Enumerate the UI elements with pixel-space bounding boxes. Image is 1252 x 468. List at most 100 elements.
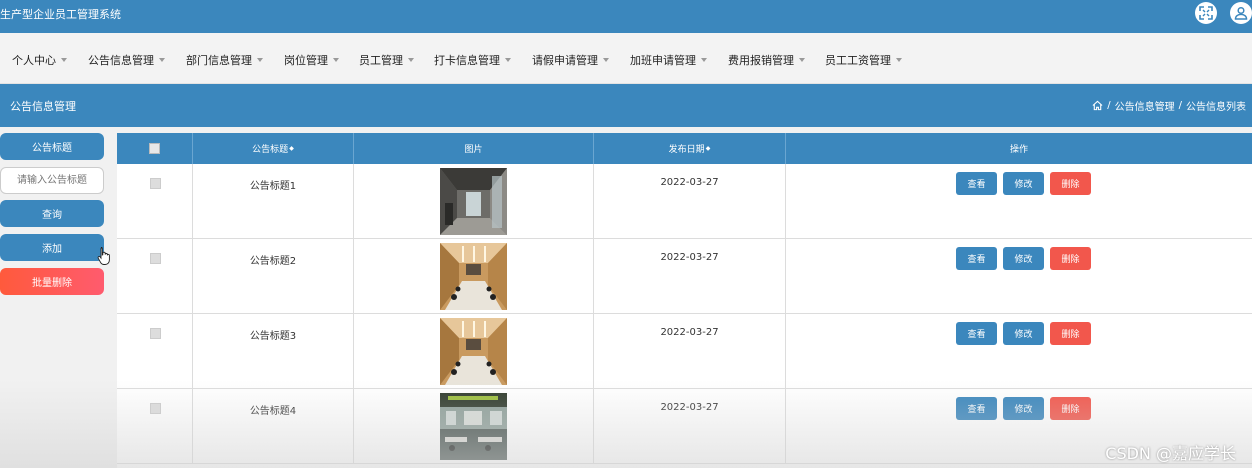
breadcrumb-level2: 公告信息列表 xyxy=(1186,102,1246,113)
chevron-down-icon xyxy=(603,58,609,62)
notice-table: 公告标题 ◆ 图片 发布日期 ◆ 操作 公告标题1 2022-03-27 查看 修改… xyxy=(117,133,1252,468)
nav-item-department[interactable]: 部门信息管理 xyxy=(186,52,263,68)
notice-title: 公告标题2 xyxy=(249,256,297,267)
actions-cell: 查看 修改 删除 xyxy=(786,314,1252,389)
chevron-down-icon xyxy=(701,58,707,62)
title-cell: 公告标题4 xyxy=(193,389,354,464)
chevron-down-icon xyxy=(257,58,263,62)
date-cell: 2022-03-27 xyxy=(594,389,786,464)
notice-title: 公告标题4 xyxy=(249,406,297,417)
add-button[interactable]: 添加 xyxy=(0,234,104,261)
title-cell: 公告标题3 xyxy=(193,314,354,389)
nav-label: 部门信息管理 xyxy=(186,54,252,67)
table-row: 公告标题2 2022-03-27 查看 修改 删除 xyxy=(117,239,1252,314)
chevron-down-icon xyxy=(408,58,414,62)
nav-label: 打卡信息管理 xyxy=(434,54,500,67)
search-button[interactable]: 查询 xyxy=(0,200,104,227)
notice-image xyxy=(440,318,507,385)
col-header-date[interactable]: 发布日期 ◆ xyxy=(594,133,786,164)
delete-button[interactable]: 删除 xyxy=(1050,322,1091,345)
nav-label: 员工工资管理 xyxy=(825,54,891,67)
col-header-label: 公告标题 xyxy=(252,145,289,155)
breadcrumb-level1[interactable]: 公告信息管理 xyxy=(1115,98,1175,113)
notice-image xyxy=(440,393,507,460)
title-cell: 公告标题1 xyxy=(193,164,354,239)
search-input[interactable] xyxy=(0,167,104,194)
notice-image xyxy=(440,168,507,235)
table-row: 公告标题4 2022-03-27 查看 修改 删除 xyxy=(117,389,1252,464)
date-cell: 2022-03-27 xyxy=(594,314,786,389)
image-cell xyxy=(354,164,594,239)
nav-label: 加班申请管理 xyxy=(630,54,696,67)
user-icon[interactable] xyxy=(1230,2,1252,24)
row-checkbox[interactable] xyxy=(150,178,161,189)
nav-item-employee[interactable]: 员工管理 xyxy=(359,52,414,68)
image-cell xyxy=(354,239,594,314)
publish-date: 2022-03-27 xyxy=(660,252,719,263)
nav-item-personal-center[interactable]: 个人中心 xyxy=(12,52,67,68)
image-cell xyxy=(354,314,594,389)
col-header-actions: 操作 xyxy=(786,133,1252,164)
col-header-label: 操作 xyxy=(1009,145,1028,155)
main-nav: 个人中心 公告信息管理 部门信息管理 岗位管理 员工管理 打卡信息管理 请假申请… xyxy=(0,33,1252,84)
row-checkbox-cell xyxy=(117,314,193,389)
watermark: CSDN @嘉应学长 xyxy=(1105,444,1236,463)
publish-date: 2022-03-27 xyxy=(660,327,719,338)
notice-title: 公告标题3 xyxy=(249,331,297,342)
table-row: 公告标题3 2022-03-27 查看 修改 删除 xyxy=(117,314,1252,389)
actions-cell: 查看 修改 删除 xyxy=(786,239,1252,314)
delete-button[interactable]: 删除 xyxy=(1050,397,1091,420)
row-checkbox-cell xyxy=(117,164,193,239)
nav-item-position[interactable]: 岗位管理 xyxy=(284,52,339,68)
row-checkbox[interactable] xyxy=(150,328,161,339)
edit-button[interactable]: 修改 xyxy=(1003,397,1044,420)
view-button[interactable]: 查看 xyxy=(956,322,997,345)
nav-label: 费用报销管理 xyxy=(728,54,794,67)
field-label-notice-title: 公告标题 xyxy=(0,133,104,160)
notice-title: 公告标题1 xyxy=(249,181,297,192)
home-icon[interactable] xyxy=(1092,100,1103,111)
nav-item-expense[interactable]: 费用报销管理 xyxy=(728,52,805,68)
publish-date: 2022-03-27 xyxy=(660,402,719,413)
actions-cell: 查看 修改 删除 xyxy=(786,164,1252,239)
table-row: 公告标题1 2022-03-27 查看 修改 删除 xyxy=(117,164,1252,239)
table-header: 公告标题 ◆ 图片 发布日期 ◆ 操作 xyxy=(117,133,1252,164)
chevron-down-icon xyxy=(333,58,339,62)
row-checkbox-cell xyxy=(117,239,193,314)
chevron-down-icon xyxy=(61,58,67,62)
nav-item-salary[interactable]: 员工工资管理 xyxy=(825,52,902,68)
section-bar: 公告信息管理 / 公告信息管理 / 公告信息列表 xyxy=(0,84,1252,127)
page-title: 公告信息管理 xyxy=(10,100,76,113)
batch-delete-button[interactable]: 批量删除 xyxy=(0,268,104,295)
col-header-title[interactable]: 公告标题 ◆ xyxy=(193,133,354,164)
col-header-label: 发布日期 xyxy=(668,145,705,155)
nav-label: 公告信息管理 xyxy=(88,54,154,67)
publish-date: 2022-03-27 xyxy=(660,177,719,188)
chevron-down-icon xyxy=(159,58,165,62)
date-cell: 2022-03-27 xyxy=(594,239,786,314)
hand-cursor-icon xyxy=(97,247,110,265)
view-button[interactable]: 查看 xyxy=(956,172,997,195)
row-checkbox[interactable] xyxy=(150,403,161,414)
delete-button[interactable]: 删除 xyxy=(1050,172,1091,195)
notice-image xyxy=(440,243,507,310)
col-header-image: 图片 xyxy=(354,133,594,164)
select-all-checkbox[interactable] xyxy=(149,143,160,154)
view-button[interactable]: 查看 xyxy=(956,397,997,420)
nav-item-overtime[interactable]: 加班申请管理 xyxy=(630,52,707,68)
top-header: 生产型企业员工管理系统 xyxy=(0,0,1252,33)
view-button[interactable]: 查看 xyxy=(956,247,997,270)
nav-item-notice[interactable]: 公告信息管理 xyxy=(88,52,165,68)
edit-button[interactable]: 修改 xyxy=(1003,247,1044,270)
image-cell xyxy=(354,389,594,464)
edit-button[interactable]: 修改 xyxy=(1003,172,1044,195)
nav-item-clock-in[interactable]: 打卡信息管理 xyxy=(434,52,511,68)
title-cell: 公告标题2 xyxy=(193,239,354,314)
edit-button[interactable]: 修改 xyxy=(1003,322,1044,345)
nav-item-leave[interactable]: 请假申请管理 xyxy=(532,52,609,68)
delete-button[interactable]: 删除 xyxy=(1050,247,1091,270)
date-cell: 2022-03-27 xyxy=(594,164,786,239)
row-checkbox[interactable] xyxy=(150,253,161,264)
fullscreen-icon[interactable] xyxy=(1195,2,1217,24)
sort-icon: ◆ xyxy=(289,145,294,152)
